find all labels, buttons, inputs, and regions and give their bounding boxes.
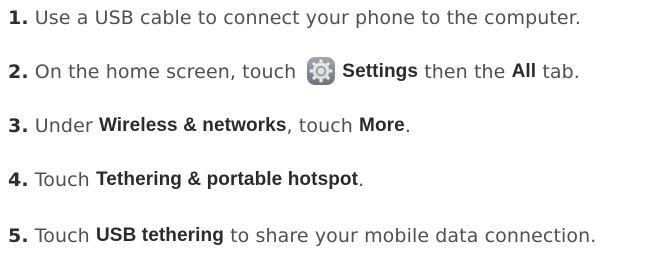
step-text: Under [34, 115, 93, 137]
step-3: 3. Under Wireless & networks, touch More… [8, 110, 411, 142]
step-text: , touch [286, 115, 353, 137]
step-text: to share your mobile data connection. [230, 225, 597, 247]
wireless-networks-label: Wireless & networks [98, 115, 287, 136]
step-4: 4. Touch Tethering & portable hotspot. [8, 164, 364, 196]
instruction-steps: 1. Use a USB cable to connect your phone… [0, 0, 658, 260]
step-2: 2. On the home screen, touch Settings th… [8, 56, 580, 88]
step-text: tab. [542, 61, 580, 83]
settings-label: Settings [342, 61, 419, 82]
usb-tethering-label: USB tethering [95, 225, 224, 246]
more-label: More [359, 115, 405, 136]
step-text: . [404, 115, 411, 137]
step-number: 1. [8, 7, 29, 29]
all-tab-label: All [511, 61, 537, 82]
step-5: 5. Touch USB tethering to share your mob… [8, 220, 596, 252]
step-number: 4. [8, 169, 29, 191]
tethering-hotspot-label: Tethering & portable hotspot [95, 169, 359, 190]
step-text: then the [424, 61, 506, 83]
step-text: Use a USB cable to connect your phone to… [34, 7, 582, 29]
settings-gear-icon [306, 56, 336, 86]
step-text: . [358, 169, 365, 191]
step-text: Touch [34, 169, 90, 191]
step-1: 1. Use a USB cable to connect your phone… [8, 2, 581, 34]
step-text: On the home screen, touch [34, 61, 297, 83]
step-number: 5. [8, 225, 29, 247]
step-text: Touch [34, 225, 90, 247]
step-number: 3. [8, 115, 29, 137]
step-number: 2. [8, 61, 29, 83]
